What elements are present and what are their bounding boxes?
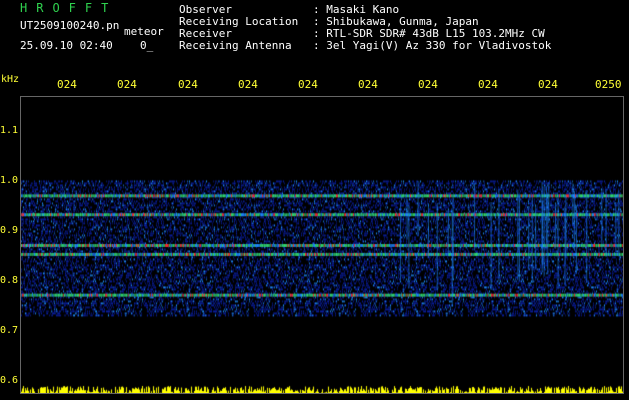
- freq-tick: 1.1: [0, 125, 19, 136]
- unit-label: kHz: [1, 74, 20, 85]
- time-tick: 024: [418, 78, 438, 91]
- time-tick: 024: [57, 78, 77, 91]
- time-tick: 024: [298, 78, 318, 91]
- time-tick: 024: [178, 78, 198, 91]
- info-values: : Masaki Kano : Shibukawa, Gunma, Japan …: [313, 4, 551, 52]
- freq-tick: 0.6: [0, 375, 19, 386]
- freq-tick: 0.7: [0, 325, 19, 336]
- file-suffix: meteor: [124, 25, 164, 38]
- file-name: UT2509100240.pn: [20, 19, 120, 32]
- info-value-antenna: : 3el Yagi(V) Az 330 for Vladivostok: [313, 39, 552, 52]
- time-tick: 024: [358, 78, 378, 91]
- info-label-antenna: Receiving Antenna: [179, 39, 292, 52]
- info-labels: Observer Receiving Location Receiver Rec…: [179, 4, 298, 52]
- counter-indicator: 0_: [140, 39, 154, 52]
- time-tick: 024: [538, 78, 558, 91]
- time-tick: 024: [238, 78, 258, 91]
- time-tick: 024: [117, 78, 137, 91]
- time-tick: 0250: [595, 78, 622, 91]
- spectrogram-plot: [20, 96, 624, 394]
- freq-tick: 1.0: [0, 175, 19, 186]
- time-tick: 024: [478, 78, 498, 91]
- timestamp: 25.09.10 02:40: [20, 39, 113, 52]
- freq-tick: 0.8: [0, 275, 19, 286]
- app-title: HROFFT: [20, 1, 118, 15]
- freq-tick: 0.9: [0, 225, 19, 236]
